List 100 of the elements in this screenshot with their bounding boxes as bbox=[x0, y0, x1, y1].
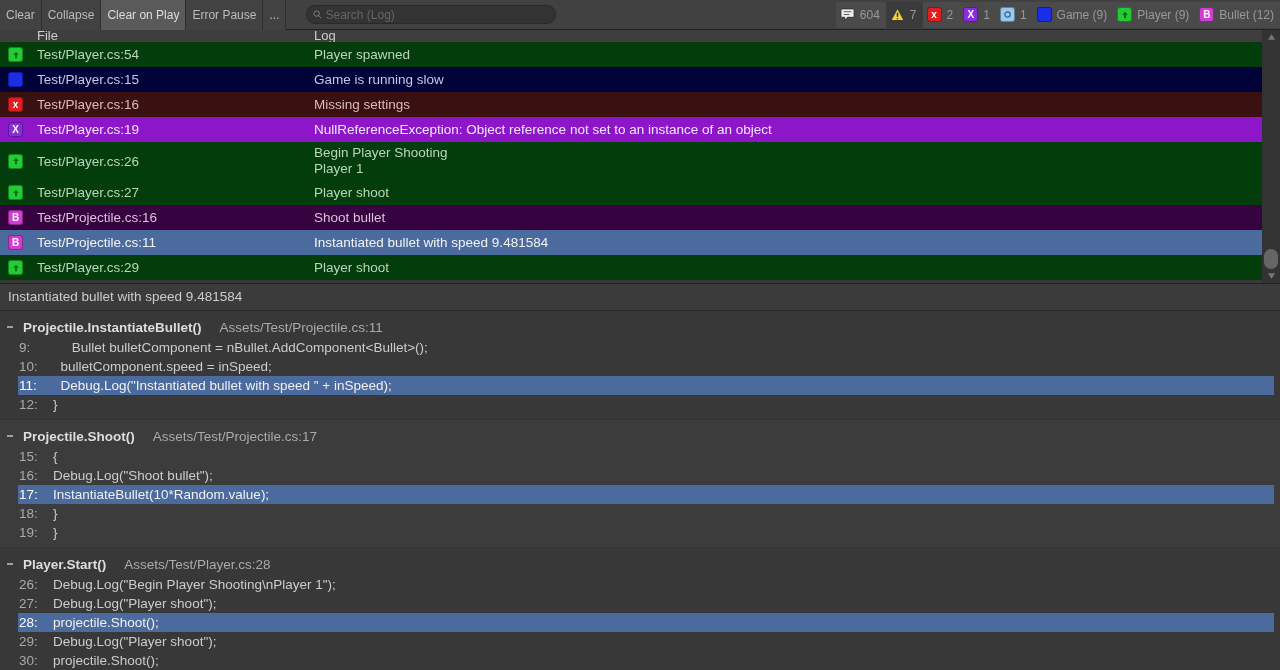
code-text: projectile.Shoot(); bbox=[53, 652, 159, 670]
filter-toggle[interactable]: Game (9) bbox=[1032, 1, 1114, 28]
method-name: Projectile.Shoot() bbox=[23, 428, 135, 444]
log-row[interactable]: Test/Player.cs:26 Begin Player Shooting Player 1 bbox=[0, 142, 1262, 180]
log-cell-text: Instantiated bullet with speed 9.481584 bbox=[314, 233, 549, 252]
file-cell-text: Test/Player.cs:19 bbox=[37, 122, 141, 137]
method-name: Projectile.InstantiateBullet() bbox=[23, 319, 202, 335]
search-icon bbox=[313, 10, 323, 19]
code-line[interactable]: 9: Bullet bulletComponent = nBullet.AddComponent<Bullet>(); bbox=[18, 338, 1274, 357]
code-text: Bullet bulletComponent = nBullet.AddComponent<Bullet>(); bbox=[70, 339, 428, 357]
code-text: } bbox=[53, 524, 58, 542]
log-row[interactable]: B Test/Projectile.cs:11 Instantiated bullet with speed 9.481584 bbox=[0, 230, 1262, 255]
column-header[interactable]: File bbox=[0, 30, 314, 42]
code-text: projectile.Shoot(); bbox=[53, 614, 159, 632]
code-text: } bbox=[53, 396, 58, 414]
square-icon bbox=[8, 72, 23, 87]
scrollbar[interactable] bbox=[1262, 30, 1280, 283]
filter-toggle[interactable]: B Bullet (12) bbox=[1195, 1, 1280, 28]
collapse-icon[interactable] bbox=[6, 560, 14, 568]
scrollbar-thumb[interactable] bbox=[1264, 249, 1278, 269]
error-icon: x bbox=[8, 97, 23, 112]
line-number: 16: bbox=[19, 467, 39, 485]
file-cell-text: Test/Player.cs:15 bbox=[37, 72, 141, 87]
log-cell-text: Game is running slow bbox=[314, 70, 444, 89]
code-text: } bbox=[53, 505, 58, 523]
line-number: 30: bbox=[19, 652, 39, 670]
file-cell-text: Test/Player.cs:29 bbox=[37, 260, 141, 275]
log-row[interactable]: B Test/Projectile.cs:16 Shoot bullet bbox=[0, 205, 1262, 230]
filter-toggle[interactable]: x 2 bbox=[922, 1, 960, 28]
line-number: 11: bbox=[19, 377, 38, 395]
exception-icon: X bbox=[8, 122, 23, 137]
line-number: 10: bbox=[19, 358, 39, 376]
toolbar-button[interactable]: ... bbox=[263, 0, 287, 30]
line-number: 29: bbox=[19, 633, 39, 651]
toolbar-button[interactable]: Clear on Play bbox=[101, 0, 187, 30]
method-name: Player.Start() bbox=[23, 556, 107, 572]
log-cell-text: Missing settings bbox=[314, 95, 411, 114]
log-cell-text: Player spawned bbox=[314, 45, 411, 64]
filter-toggle[interactable]: Player (9) bbox=[1113, 1, 1196, 28]
line-number: 15: bbox=[19, 448, 39, 466]
log-row[interactable]: Test/Player.cs:15 Game is running slow bbox=[0, 67, 1262, 92]
code-text: bulletComponent.speed = inSpeed; bbox=[59, 358, 272, 376]
file-path-link[interactable]: Assets/Test/Player.cs:28 bbox=[124, 556, 271, 572]
log-row[interactable]: Test/Player.cs:54 Player spawned bbox=[0, 42, 1262, 67]
filter-toggle[interactable]: 1 bbox=[995, 1, 1033, 28]
code-text: Debug.Log("Begin Player Shooting\nPlayer 1"); bbox=[53, 576, 336, 594]
line-number: 12: bbox=[19, 396, 39, 414]
line-number: 28: bbox=[19, 614, 39, 632]
code-line[interactable]: 16: Debug.Log("Shoot bullet"); bbox=[18, 466, 1274, 485]
bullet-icon: B bbox=[8, 235, 23, 250]
code-line[interactable]: 29: Debug.Log("Player shoot"); bbox=[18, 632, 1274, 651]
file-cell-text: Test/Player.cs:16 bbox=[37, 97, 141, 112]
collapse-icon[interactable] bbox=[6, 323, 14, 331]
code-text: Debug.Log("Shoot bullet"); bbox=[53, 467, 213, 485]
log-cell-text: Begin Player Shooting Player 1 bbox=[314, 144, 448, 178]
code-line[interactable]: 18: } bbox=[18, 504, 1274, 523]
line-number: 9: bbox=[19, 339, 32, 357]
file-cell-text: Test/Player.cs:54 bbox=[37, 47, 141, 62]
toolbar-button[interactable]: Clear bbox=[0, 0, 42, 30]
line-number: 19: bbox=[19, 524, 39, 542]
code-text: Debug.Log("Player shoot"); bbox=[53, 595, 217, 613]
code-text: Debug.Log("Player shoot"); bbox=[53, 633, 217, 651]
line-number: 17: bbox=[19, 486, 39, 504]
code-line[interactable]: 30: projectile.Shoot(); bbox=[18, 651, 1274, 670]
bullet-icon: B bbox=[1199, 7, 1215, 22]
code-line[interactable]: 26: Debug.Log("Begin Player Shooting\nPlayer 1"); bbox=[18, 575, 1274, 594]
filter-toggle[interactable]: 604 bbox=[835, 1, 886, 28]
code-line[interactable]: 15: { bbox=[18, 447, 1274, 466]
code-text: InstantiateBullet(10*Random.value); bbox=[53, 486, 270, 504]
toolbar-button[interactable]: Collapse bbox=[41, 0, 102, 30]
filter-toggle[interactable]: X 1 bbox=[959, 1, 996, 28]
line-number: 27: bbox=[19, 595, 39, 613]
square-icon bbox=[1036, 7, 1052, 22]
code-line[interactable]: 19: } bbox=[18, 523, 1274, 542]
code-line[interactable]: 10: bulletComponent.speed = inSpeed; bbox=[18, 357, 1274, 376]
speech-bubble-icon bbox=[839, 7, 855, 22]
log-cell-text: Shoot bullet bbox=[314, 208, 386, 227]
bullet-icon: B bbox=[8, 210, 23, 225]
file-cell-text: Test/Projectile.cs:11 bbox=[37, 235, 158, 250]
scroll-up-icon[interactable] bbox=[1266, 33, 1276, 41]
file-cell-text: Test/Player.cs:26 bbox=[37, 153, 141, 169]
file-cell-text: Test/Player.cs:27 bbox=[37, 185, 141, 200]
warning-icon bbox=[889, 7, 905, 22]
file-path-link[interactable]: Assets/Test/Projectile.cs:11 bbox=[219, 319, 383, 335]
log-cell-text: Player shoot bbox=[314, 183, 390, 202]
code-line[interactable]: 27: Debug.Log("Player shoot"); bbox=[18, 594, 1274, 613]
filter-toggle[interactable]: 7 bbox=[885, 1, 923, 28]
file-path-link[interactable]: Assets/Test/Projectile.cs:17 bbox=[152, 428, 318, 444]
line-number: 18: bbox=[19, 505, 39, 523]
log-row[interactable]: Test/Player.cs:29 Player shoot bbox=[0, 255, 1262, 280]
toolbar-button[interactable]: Error Pause bbox=[186, 0, 264, 30]
code-text: { bbox=[53, 448, 58, 466]
log-row[interactable]: x Test/Player.cs:16 Missing settings bbox=[0, 92, 1262, 117]
collapse-icon[interactable] bbox=[6, 432, 14, 440]
log-row[interactable]: Test/Player.cs:27 Player shoot bbox=[0, 180, 1262, 205]
scroll-down-icon[interactable] bbox=[1266, 272, 1276, 280]
file-cell-text: Test/Projectile.cs:16 bbox=[37, 210, 159, 225]
log-row[interactable]: X Test/Player.cs:19 NullReferenceException: Object reference not set to an instance of an object bbox=[0, 117, 1262, 142]
code-line[interactable]: 12: } bbox=[18, 395, 1274, 414]
log-cell-text: NullReferenceException: Object reference not set to an instance of an object bbox=[314, 120, 772, 139]
